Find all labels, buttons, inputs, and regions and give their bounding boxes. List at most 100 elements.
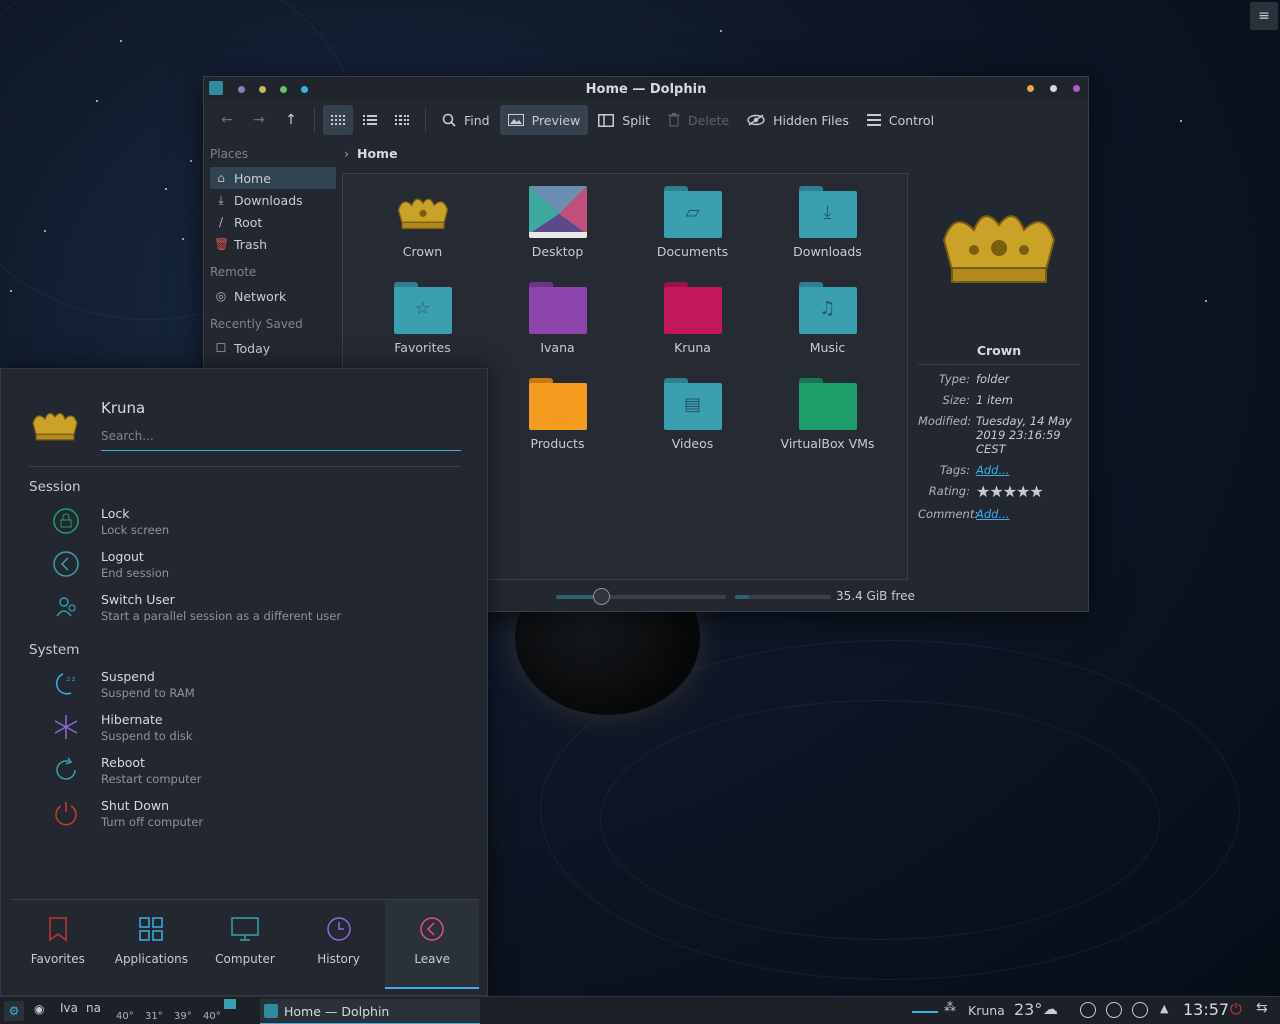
shutdown-entry[interactable]: Shut Down Turn off computer	[53, 798, 453, 838]
launcher-button[interactable]: ⚙	[4, 1001, 24, 1021]
tab-favorites[interactable]: Favorites	[11, 900, 105, 989]
file-item-favorites[interactable]: ☆ Favorites	[355, 282, 490, 378]
battery-icon[interactable]	[1080, 1002, 1096, 1018]
user-avatar[interactable]	[29, 405, 81, 445]
panel-settings-icon[interactable]: ⇆	[1256, 1000, 1268, 1016]
desktop-menu-button[interactable]: ≡	[1250, 2, 1278, 30]
file-item-kruna[interactable]: Kruna	[625, 282, 760, 378]
forward-button[interactable]: →	[244, 105, 274, 135]
tab-history[interactable]: History	[292, 900, 386, 989]
find-label: Find	[464, 112, 490, 128]
file-item-virtualbox[interactable]: VirtualBox VMs	[760, 378, 895, 474]
rating-stars[interactable]: ★★★★★	[976, 484, 1080, 500]
keep-below-button[interactable]	[301, 85, 308, 93]
switch-user-entry[interactable]: Switch User Start a parallel session as …	[53, 592, 453, 632]
details-view-button[interactable]	[355, 105, 385, 135]
lock-entry[interactable]: Lock Lock screen	[53, 506, 453, 546]
tray-expand-icon[interactable]: ▲	[1160, 1002, 1168, 1015]
chevron-right-icon[interactable]: ›	[344, 146, 349, 161]
tab-applications[interactable]: Applications	[105, 900, 199, 989]
file-item-music[interactable]: ♫ Music	[760, 282, 895, 378]
window-title: Home — Dolphin	[585, 81, 707, 97]
compact-view-button[interactable]	[387, 105, 417, 135]
info-rating-row: Rating: ★★★★★	[918, 484, 1080, 500]
task-dolphin[interactable]: Home — Dolphin	[260, 999, 480, 1024]
place-root[interactable]: ∕ Root	[210, 211, 336, 233]
arrow-left-icon: ←	[221, 112, 233, 128]
updates-icon[interactable]	[1132, 1002, 1148, 1018]
tab-leave[interactable]: Leave	[385, 900, 479, 989]
minimize-button[interactable]	[1027, 85, 1034, 92]
system-monitor-graph[interactable]	[224, 999, 236, 1009]
entry-subtitle: Suspend to disk	[101, 729, 193, 743]
maximize-button[interactable]	[1050, 85, 1057, 92]
entry-title: Shut Down	[101, 798, 170, 813]
file-item-desktop[interactable]: Desktop	[490, 186, 625, 282]
keep-above-button[interactable]	[280, 85, 287, 93]
cpu-temp-3: 39°	[174, 1011, 192, 1022]
entry-subtitle: Start a parallel session as a different …	[101, 609, 342, 623]
tab-computer[interactable]: Computer	[198, 900, 292, 989]
file-item-products[interactable]: Products	[490, 378, 625, 474]
weather-location[interactable]: Kruna	[968, 1003, 1005, 1018]
split-button[interactable]: Split	[590, 105, 658, 135]
back-button[interactable]: ←	[212, 105, 242, 135]
titlebar[interactable]: Home — Dolphin	[204, 77, 1088, 101]
place-downloads[interactable]: ⤓ Downloads	[210, 189, 336, 211]
add-tags-link[interactable]: Add...	[976, 463, 1080, 477]
orange-folder-icon	[528, 378, 587, 430]
reboot-icon	[56, 757, 76, 780]
up-button[interactable]: ↑	[276, 105, 306, 135]
clock[interactable]: 13:57	[1183, 1000, 1229, 1019]
shade-button[interactable]	[259, 85, 266, 93]
eye-icon[interactable]: ◉	[34, 1002, 44, 1016]
pager-desktop-1[interactable]: Iva	[60, 1001, 78, 1015]
file-item-videos[interactable]: ▤ Videos	[625, 378, 760, 474]
power-icon[interactable]: ⏻	[1230, 1000, 1242, 1018]
info-tags-row: Tags: Add...	[918, 463, 1080, 477]
file-item-documents[interactable]: ▱ Documents	[625, 186, 760, 282]
place-trash[interactable]: 🗑 Trash	[210, 233, 336, 255]
cpu-temp-4: 40°	[203, 1011, 221, 1022]
on-all-desktops-button[interactable]	[238, 85, 245, 93]
place-home[interactable]: ⌂ Home	[210, 167, 336, 189]
hidden-files-button[interactable]: Hidden Files	[739, 105, 857, 135]
file-item-ivana[interactable]: Ivana	[490, 282, 625, 378]
temperature[interactable]: 23°	[1014, 1000, 1042, 1019]
logout-icon	[53, 551, 79, 577]
pager-desktop-2[interactable]: na	[86, 1001, 101, 1015]
find-button[interactable]: Find	[434, 105, 498, 135]
breadcrumb-home[interactable]: Home	[357, 146, 398, 161]
place-label: Downloads	[234, 192, 303, 208]
delete-button[interactable]: Delete	[660, 105, 737, 135]
zoom-slider-handle[interactable]	[593, 588, 610, 605]
suspend-entry[interactable]: z z Suspend Suspend to RAM	[53, 669, 453, 709]
zoom-slider[interactable]	[556, 588, 726, 605]
tab-label: Favorites	[30, 952, 85, 966]
file-label: VirtualBox VMs	[780, 436, 875, 451]
icons-view-button[interactable]	[323, 105, 353, 135]
entry-title: Hibernate	[101, 712, 163, 727]
file-item-crown[interactable]: Crown	[355, 186, 490, 282]
add-comment-link[interactable]: Add...	[976, 507, 1080, 521]
entry-subtitle: Restart computer	[101, 772, 202, 786]
search-input[interactable]: Search...	[101, 425, 461, 451]
hibernate-entry[interactable]: Hibernate Suspend to disk	[53, 712, 453, 752]
place-network[interactable]: ◎ Network	[210, 285, 336, 307]
media-pause-icon[interactable]	[1106, 1002, 1122, 1018]
music-folder-icon: ♫	[798, 282, 857, 334]
calendar-icon: ☐	[215, 341, 227, 355]
nebula-swirl	[600, 700, 1160, 940]
entry-title: Logout	[101, 549, 144, 564]
place-today[interactable]: ☐ Today	[210, 337, 336, 359]
file-item-downloads[interactable]: ⤓ Downloads	[760, 186, 895, 282]
close-button[interactable]	[1073, 85, 1080, 92]
info-comment-row: Comment: Add...	[918, 507, 1080, 521]
logout-entry[interactable]: Logout End session	[53, 549, 453, 589]
network-graph[interactable]	[912, 1007, 938, 1013]
preview-button[interactable]: Preview	[499, 105, 589, 135]
reboot-entry[interactable]: Reboot Restart computer	[53, 755, 453, 795]
dolphin-app-icon[interactable]	[209, 81, 223, 95]
control-button[interactable]: Control	[859, 105, 942, 135]
kde-icon: ⚙	[8, 1004, 20, 1018]
